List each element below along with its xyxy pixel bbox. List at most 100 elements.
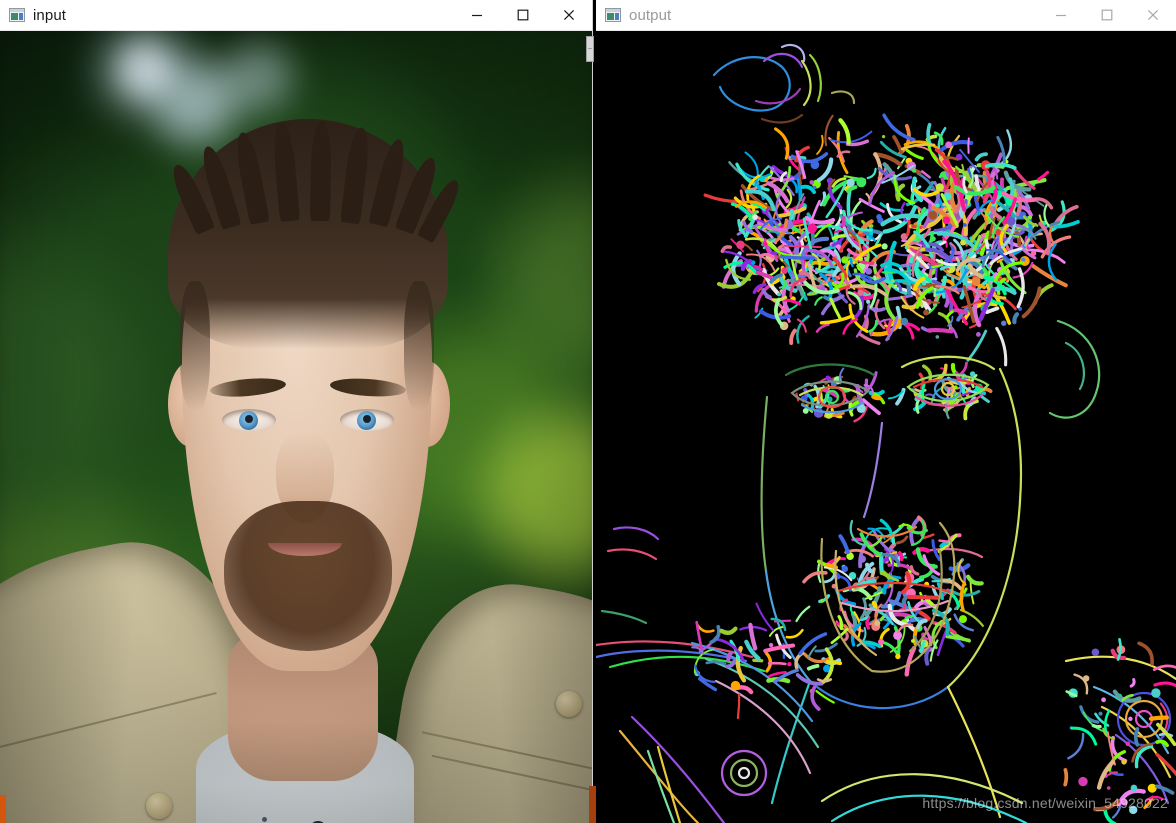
contour-blob — [856, 177, 867, 188]
contour-blob — [923, 309, 929, 316]
contour-stroke — [1133, 727, 1140, 747]
contour-stroke — [921, 382, 926, 403]
contour-blob — [777, 292, 781, 297]
contour-blob — [730, 680, 741, 691]
contour-blob — [1125, 741, 1131, 747]
contour-blob — [1151, 688, 1161, 698]
contour-blob — [1001, 320, 1007, 326]
image-window-icon — [605, 8, 621, 22]
output-image-canvas: https://blog.csdn.net/weixin_54928022 — [596, 31, 1176, 823]
contour-stroke — [1008, 177, 1015, 200]
contour-blob — [969, 371, 976, 377]
divider-accent — [589, 786, 596, 823]
contour-blob — [1106, 786, 1111, 790]
contour-blob — [876, 214, 882, 220]
contour-blob — [945, 141, 952, 149]
contour-blob — [752, 214, 758, 220]
minimize-button[interactable] — [454, 0, 500, 30]
contour-blob — [1021, 257, 1026, 262]
contour-blob — [846, 178, 855, 187]
contour-blob — [960, 239, 966, 246]
contour-blob — [900, 317, 909, 326]
jacket-button — [146, 793, 172, 819]
output-window-controls — [1038, 0, 1176, 30]
contour-blob — [1129, 805, 1138, 815]
maximize-button[interactable] — [500, 0, 546, 30]
close-button[interactable] — [1130, 0, 1176, 30]
sideburn-right — [404, 281, 434, 411]
output-titlebar[interactable]: output — [596, 0, 1176, 31]
contour-blob — [1121, 759, 1127, 765]
contour-stroke — [871, 394, 882, 401]
scrollbar-thumb[interactable] — [586, 36, 594, 62]
contour-blob — [1012, 179, 1016, 184]
maximize-button[interactable] — [1084, 0, 1130, 30]
contour-stroke — [891, 534, 896, 545]
contour-blob — [959, 615, 967, 624]
contour-blob — [882, 135, 886, 139]
contour-stroke — [906, 594, 940, 600]
contour-blob — [942, 216, 951, 224]
contour-blob — [820, 598, 825, 603]
contour-blob — [865, 268, 873, 275]
contour-stroke — [1063, 768, 1069, 787]
sideburn-left — [180, 281, 210, 411]
contour-stroke — [938, 539, 949, 543]
contour-blob — [1030, 250, 1037, 256]
contour-blob — [787, 662, 792, 667]
eye-left — [222, 409, 276, 431]
contour-stroke — [1091, 723, 1102, 729]
minimize-button[interactable] — [1038, 0, 1084, 30]
contour-blob — [963, 223, 967, 227]
contour-blob — [763, 241, 768, 246]
contour-blob — [1130, 784, 1138, 792]
input-image-canvas — [0, 31, 592, 823]
contour-blob — [781, 267, 788, 274]
hair-spike — [310, 120, 332, 222]
close-button[interactable] — [546, 0, 592, 30]
contour-blob — [1098, 711, 1103, 716]
contour-blob — [874, 620, 881, 627]
goatee-beard — [224, 501, 392, 651]
contour-blob — [1147, 783, 1157, 793]
input-titlebar[interactable]: input — [0, 0, 592, 31]
contour-blob — [768, 642, 774, 648]
jacket-button — [556, 691, 582, 717]
portrait-photo — [0, 31, 592, 823]
pupil — [363, 415, 371, 423]
contour-blob — [895, 653, 901, 660]
contour-stroke — [879, 552, 884, 575]
desktop: input output https://blog.csdn.net/weixi… — [0, 0, 1176, 823]
contour-blob — [1091, 648, 1100, 657]
contour-blob — [980, 208, 984, 212]
contour-blob — [893, 284, 898, 289]
contour-stroke — [789, 209, 795, 221]
contour-blob — [881, 243, 888, 250]
contour-blob — [812, 185, 817, 190]
pupil — [245, 415, 253, 423]
contour-blob — [971, 276, 981, 286]
contour-blob — [807, 223, 817, 234]
contour-blob — [911, 168, 917, 173]
input-window[interactable]: input — [0, 0, 593, 823]
shirt-mark — [262, 817, 267, 822]
input-window-title: input — [33, 6, 67, 24]
output-window-title: output — [629, 6, 672, 24]
contour-stroke — [982, 387, 993, 394]
contour-blob — [1078, 776, 1088, 787]
contour-blob — [935, 335, 940, 339]
input-window-controls — [454, 0, 592, 30]
contour-blob — [736, 240, 745, 250]
contour-stroke — [897, 551, 904, 562]
image-window-icon — [9, 8, 25, 22]
contour-stroke — [926, 328, 954, 334]
contour-stroke — [767, 661, 787, 666]
output-window[interactable]: output https://blog.csdn.net/weixin_5492… — [596, 0, 1176, 823]
contour-stroke — [865, 615, 871, 630]
eye-right — [340, 409, 394, 431]
contour-blob — [928, 210, 938, 220]
contour-stroke — [906, 219, 911, 237]
contour-blob — [1101, 697, 1106, 703]
contour-blob — [911, 639, 915, 643]
contour-visualization — [596, 31, 1176, 823]
